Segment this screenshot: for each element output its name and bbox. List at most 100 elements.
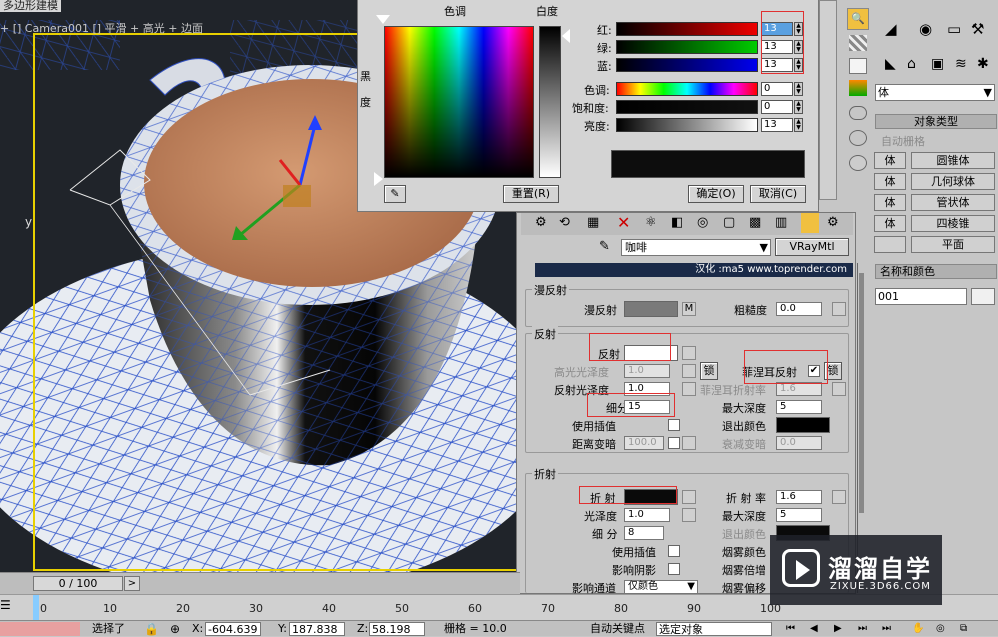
- blue-spinner[interactable]: 13: [761, 58, 793, 72]
- name-color-rollout[interactable]: 名称和颜色: [875, 264, 997, 279]
- whiteness-marker-icon[interactable]: [562, 29, 570, 43]
- time-slider[interactable]: 0 / 100: [33, 576, 123, 591]
- hilight-gloss-map-button[interactable]: [682, 364, 696, 378]
- systems-icon[interactable]: ✱: [977, 56, 989, 72]
- lock-icon[interactable]: 🔒: [144, 622, 159, 636]
- go-to-end-icon[interactable]: ⏭: [882, 622, 891, 636]
- refr-subdivs-field[interactable]: 8: [624, 526, 664, 540]
- show-map-icon[interactable]: ▢: [723, 215, 735, 230]
- refr-use-interp-checkbox[interactable]: [668, 545, 680, 557]
- obj-btn-1[interactable]: 体: [874, 152, 906, 169]
- play-icon[interactable]: ▶: [834, 622, 842, 636]
- hue-marker-icon[interactable]: [376, 15, 390, 24]
- saturation-spinner-arrows[interactable]: ▲ ▼: [794, 100, 803, 114]
- cameras-icon[interactable]: ⌂: [907, 56, 916, 72]
- reflect-map-button[interactable]: [682, 346, 696, 360]
- pick-material-icon[interactable]: ✎: [599, 239, 610, 254]
- hilight-lock-button[interactable]: 锁: [700, 362, 718, 380]
- blue-slider[interactable]: [616, 58, 758, 72]
- refract-swatch[interactable]: [624, 489, 678, 505]
- current-frame-marker[interactable]: [33, 595, 39, 620]
- z-coordinate-field[interactable]: 58.198: [369, 622, 425, 636]
- hilight-gloss-field[interactable]: 1.0: [624, 364, 670, 378]
- show-end-icon[interactable]: ▩: [749, 215, 761, 230]
- make-unique-icon[interactable]: ⚛: [645, 215, 657, 230]
- utilities-tab-icon[interactable]: ⚒: [971, 20, 984, 38]
- object-color-swatch[interactable]: [971, 288, 995, 305]
- cone-button[interactable]: 圆锥体: [911, 152, 995, 169]
- viewport-label[interactable]: + [] Camera001 [] 平滑 + 高光 + 边面: [0, 20, 203, 36]
- geosphere-button[interactable]: 几何球体: [911, 173, 995, 190]
- refract-map-button[interactable]: [682, 490, 696, 504]
- value-spinner[interactable]: 13: [761, 118, 793, 132]
- obj-btn-9[interactable]: [874, 236, 906, 253]
- roughness-map-button[interactable]: [832, 302, 846, 316]
- subdivs-field[interactable]: 15: [624, 400, 670, 414]
- obj-btn-5[interactable]: 体: [874, 194, 906, 211]
- put-library-icon[interactable]: ◧: [671, 215, 683, 230]
- reset-button[interactable]: 重置(R): [503, 185, 559, 203]
- tube-button[interactable]: 管状体: [911, 194, 995, 211]
- diffuse-map-button[interactable]: M: [682, 302, 696, 316]
- go-parent-icon[interactable]: [801, 213, 819, 233]
- red-slider[interactable]: [616, 22, 758, 36]
- autogrid-label[interactable]: 自动栅格: [881, 133, 925, 149]
- pan-icon[interactable]: ✋: [912, 622, 924, 636]
- roughness-field[interactable]: 0.0: [776, 302, 822, 316]
- red-spinner[interactable]: 13: [761, 22, 793, 36]
- refl-gloss-map-button[interactable]: [682, 382, 696, 396]
- obj-btn-3[interactable]: 体: [874, 173, 906, 190]
- dim-distance-checkbox[interactable]: [668, 437, 680, 449]
- zoom-icon[interactable]: 🔍: [847, 8, 869, 30]
- selection-set-dropdown[interactable]: 选定对象: [656, 622, 772, 636]
- prev-frame-icon[interactable]: ◀: [810, 622, 818, 636]
- get-material-icon[interactable]: ⚙: [535, 215, 547, 230]
- ior-map-button[interactable]: [832, 490, 846, 504]
- gloss-map-button[interactable]: [682, 508, 696, 522]
- helpers-icon[interactable]: ▣: [931, 56, 944, 72]
- blackness-marker-icon[interactable]: [374, 172, 383, 186]
- transform-mode-icon[interactable]: ⊕: [170, 622, 180, 636]
- cancel-button[interactable]: 取消(C): [750, 185, 806, 203]
- box-icon[interactable]: [849, 58, 867, 74]
- value-spinner-arrows[interactable]: ▲ ▼: [794, 118, 803, 132]
- delete-icon[interactable]: ✕: [617, 213, 630, 232]
- affect-channels-dropdown[interactable]: 仅颜色 ▼: [624, 580, 698, 594]
- fresnel-ior-field[interactable]: 1.6: [776, 382, 822, 396]
- green-spinner[interactable]: 13: [761, 40, 793, 54]
- next-key-icon[interactable]: ⏭: [858, 622, 867, 636]
- affect-shadows-checkbox[interactable]: [668, 563, 680, 575]
- object-name-field[interactable]: 001: [875, 288, 967, 305]
- use-interp-checkbox[interactable]: [668, 419, 680, 431]
- exit-color-swatch[interactable]: [776, 417, 830, 433]
- material-type-button[interactable]: VRayMtl: [775, 238, 849, 256]
- next-frame-button[interactable]: >: [124, 576, 140, 591]
- pyramid-button[interactable]: 四棱锥: [911, 215, 995, 232]
- reflect-swatch[interactable]: [624, 345, 678, 361]
- go-to-start-icon[interactable]: ⏮: [786, 622, 795, 636]
- fresnel-checkbox[interactable]: ✔: [808, 365, 820, 377]
- hue-spinner[interactable]: 0: [761, 82, 793, 96]
- gradient-icon[interactable]: [849, 80, 867, 96]
- hue-slider[interactable]: [616, 82, 758, 96]
- material-name-field[interactable]: 咖啡 ▼: [621, 239, 771, 256]
- modify-tab-icon[interactable]: ◉: [919, 20, 932, 38]
- maximize-icon[interactable]: ⧉: [960, 622, 967, 636]
- checker-icon[interactable]: [849, 35, 867, 51]
- saturation-slider[interactable]: [616, 100, 758, 114]
- dim-falloff-field[interactable]: 0.0: [776, 436, 822, 450]
- create-tab-icon[interactable]: ◢: [885, 20, 897, 38]
- lights-icon[interactable]: ◣: [885, 56, 896, 72]
- gloss-field[interactable]: 1.0: [624, 508, 670, 522]
- green-slider[interactable]: [616, 40, 758, 54]
- hue-spinner-arrows[interactable]: ▲ ▼: [794, 82, 803, 96]
- plane-button[interactable]: 平面: [911, 236, 995, 253]
- background-icon[interactable]: ▥: [775, 215, 787, 230]
- ok-button[interactable]: 确定(O): [688, 185, 744, 203]
- ior-field[interactable]: 1.6: [776, 490, 822, 504]
- obj-btn-7[interactable]: 体: [874, 215, 906, 232]
- material-icon[interactable]: [849, 155, 867, 171]
- diffuse-swatch[interactable]: [624, 301, 678, 317]
- refr-max-depth-field[interactable]: 5: [776, 508, 822, 522]
- picker-scrollbar[interactable]: [819, 0, 837, 200]
